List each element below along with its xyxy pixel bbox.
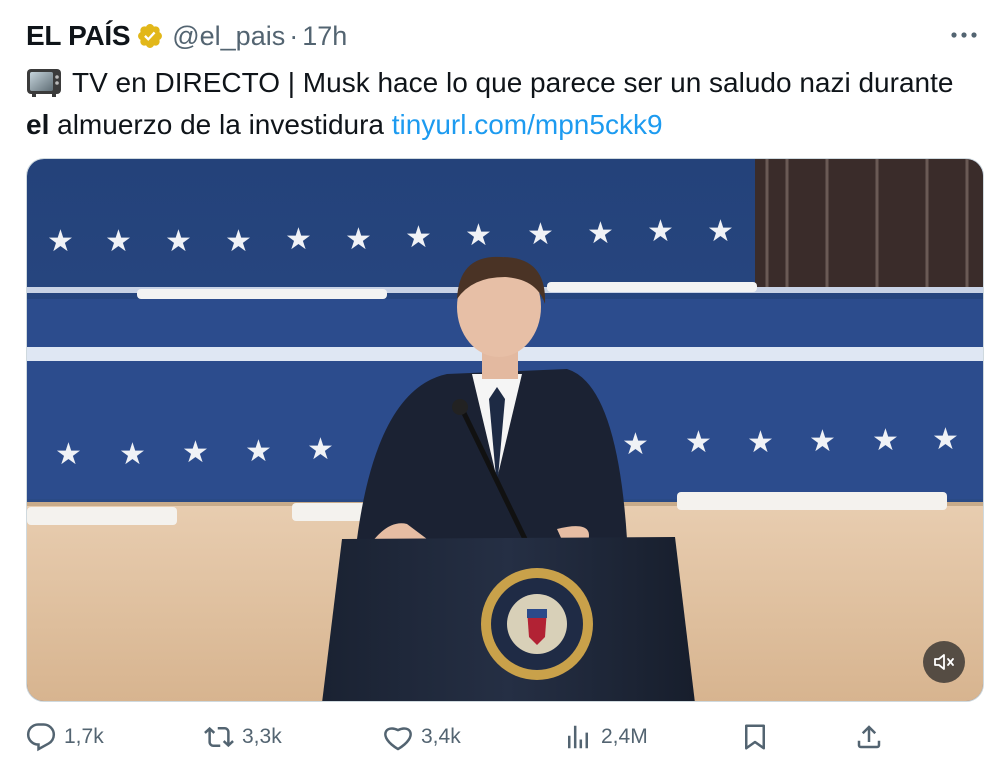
svg-text:★: ★ (225, 224, 252, 259)
reply-icon (26, 723, 56, 752)
svg-text:★: ★ (47, 224, 74, 259)
tweet-text-part2: almuerzo de la investidura (49, 109, 392, 140)
views-count: 2,4M (601, 725, 648, 748)
svg-text:★: ★ (165, 224, 192, 259)
svg-text:★: ★ (405, 220, 432, 255)
svg-text:★: ★ (622, 427, 649, 462)
bookmark-icon (745, 724, 765, 750)
svg-text:★: ★ (285, 222, 312, 257)
tweet-text-bold: el (26, 109, 50, 140)
bookmark-button[interactable] (740, 714, 770, 760)
more-icon[interactable] (946, 20, 982, 50)
svg-text:★: ★ (465, 218, 492, 253)
repost-button[interactable]: 3,3k (204, 714, 282, 760)
video-player[interactable]: ★ ★ ★ ★ ★ ★ ★ ★ ★ ★ ★ ★ ★ ★ ★ ★ ★ ★ ★ ★ ★ ★ ★ (26, 158, 984, 702)
like-icon (384, 727, 412, 751)
mute-icon[interactable] (923, 641, 965, 683)
svg-text:★: ★ (345, 222, 372, 257)
share-button[interactable] (854, 714, 884, 760)
svg-text:★: ★ (747, 425, 774, 460)
share-icon (857, 725, 881, 749)
views-button[interactable]: 2,4M (563, 714, 648, 760)
repost-icon (204, 726, 234, 748)
tweet-link[interactable]: tinyurl.com/mpn5ckk9 (392, 109, 663, 140)
like-count: 3,4k (421, 725, 461, 748)
svg-text:★: ★ (647, 214, 674, 249)
svg-text:★: ★ (809, 424, 836, 459)
repost-count: 3,3k (242, 725, 282, 748)
svg-text:★: ★ (55, 437, 82, 472)
svg-text:★: ★ (119, 437, 146, 472)
svg-text:★: ★ (307, 432, 334, 467)
timestamp[interactable]: 17h (302, 21, 347, 52)
reply-count: 1,7k (64, 725, 104, 748)
tv-emoji-icon (27, 69, 61, 97)
author-name[interactable]: EL PAÍS (26, 20, 131, 52)
action-bar: 1,7k 3,3k 3,4k 2,4M (26, 714, 956, 760)
verified-badge-icon (138, 24, 163, 48)
svg-text:★: ★ (182, 435, 209, 470)
separator-dot: · (289, 20, 299, 51)
svg-text:★: ★ (707, 214, 734, 249)
svg-text:★: ★ (872, 423, 899, 458)
tweet-text: TV en DIRECTO | Musk hace lo que parece … (26, 62, 966, 146)
views-icon (568, 725, 588, 749)
reply-button[interactable]: 1,7k (26, 714, 104, 760)
like-button[interactable]: 3,4k (383, 714, 461, 760)
svg-text:★: ★ (587, 216, 614, 251)
svg-text:★: ★ (932, 422, 959, 457)
tweet-header: EL PAÍS @el_pais · 17h (26, 14, 347, 58)
video-frame: ★ ★ ★ ★ ★ ★ ★ ★ ★ ★ ★ ★ ★ ★ ★ ★ ★ ★ ★ ★ ★ ★ ★ (27, 159, 983, 701)
svg-text:★: ★ (245, 434, 272, 469)
tweet-text-part1: TV en DIRECTO | Musk hace lo que parece … (72, 67, 954, 98)
svg-text:★: ★ (685, 425, 712, 460)
svg-text:★: ★ (105, 224, 132, 259)
svg-text:★: ★ (527, 217, 554, 252)
author-handle[interactable]: @el_pais (172, 21, 285, 52)
